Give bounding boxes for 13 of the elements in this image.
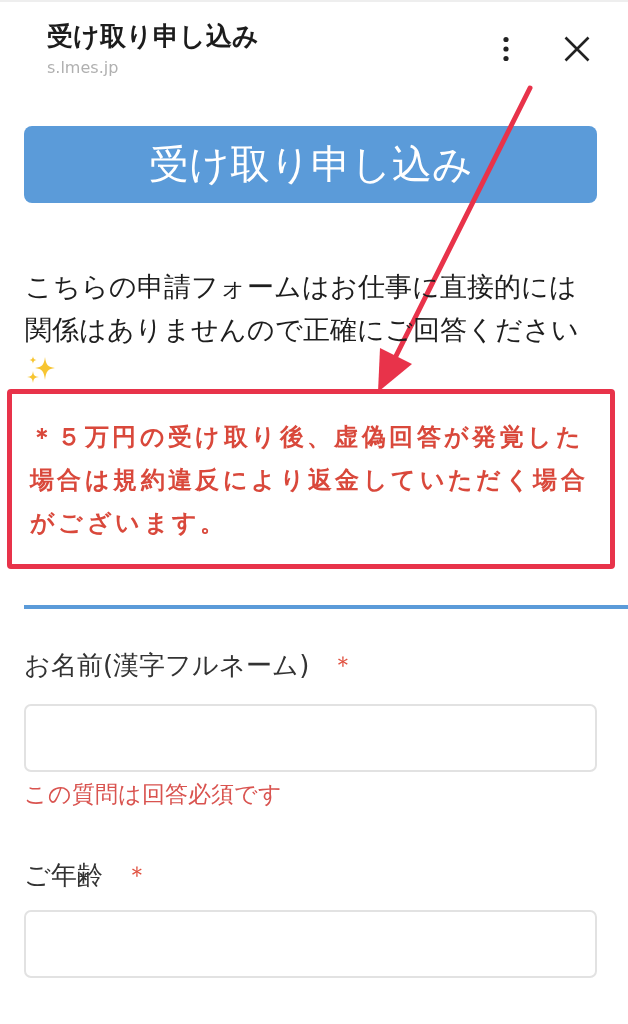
form-title-banner: 受け取り申し込み <box>24 126 597 203</box>
field-label: ご年齢 <box>24 859 103 892</box>
error-message: この質問は回答必須です <box>24 780 282 809</box>
close-icon[interactable] <box>564 36 590 62</box>
field-label: お名前(漢字フルネーム) <box>24 649 310 682</box>
warning-text: ＊５万円の受け取り後、虚偽回答が発覚した場合は規約違反により返金していただく場合がございます。 <box>30 422 589 539</box>
page-title: 受け取り申し込み <box>47 20 259 52</box>
required-mark: ＊ <box>125 860 149 891</box>
input-field[interactable] <box>24 910 597 978</box>
input-field[interactable] <box>24 704 597 772</box>
site-url: s.lmes.jp <box>47 57 119 79</box>
required-mark: ＊ <box>331 650 356 681</box>
more-options-icon[interactable] <box>502 36 510 62</box>
